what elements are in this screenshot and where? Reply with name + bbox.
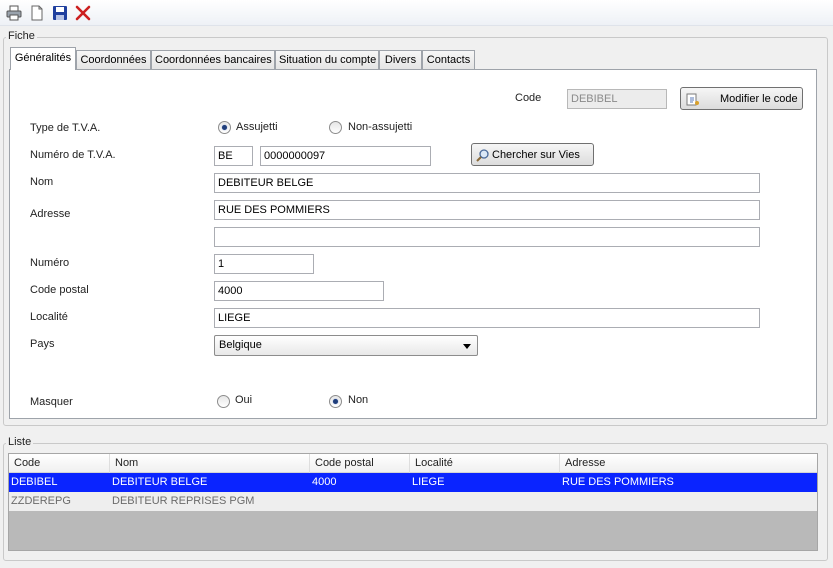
tva-country-input[interactable]: BE: [214, 146, 253, 166]
nom-input[interactable]: DEBITEUR BELGE: [214, 173, 760, 193]
adresse-line2-input[interactable]: [214, 227, 760, 247]
column-header-adresse[interactable]: Adresse: [559, 454, 817, 473]
masquer-non-label[interactable]: Non: [348, 394, 368, 406]
liste-group-title: Liste: [6, 436, 34, 448]
row-nom-cell: DEBITEUR REPRISES PGM: [112, 495, 255, 507]
tab-generalites[interactable]: Généralités: [10, 47, 76, 70]
tva-assujetti-label[interactable]: Assujetti: [236, 121, 278, 133]
row-code-postal-cell: 4000: [312, 476, 337, 488]
edit-code-icon: [686, 93, 699, 105]
row-adresse-cell: [560, 492, 817, 511]
new-document-icon: [31, 5, 43, 21]
table-row[interactable]: DEBIBEL DEBITEUR BELGE 4000 LIEGE RUE DE…: [9, 473, 817, 492]
pays-label: Pays: [30, 338, 55, 350]
print-button[interactable]: [5, 4, 23, 22]
table-row[interactable]: ZZDEREPG DEBITEUR REPRISES PGM: [9, 492, 817, 511]
tva-number-input[interactable]: 0000000097: [260, 146, 431, 166]
tva-non-assujetti-label[interactable]: Non-assujetti: [348, 121, 412, 133]
column-header-localite[interactable]: Localité: [409, 454, 559, 473]
generalites-panel: Code DEBIBEL Modifier le code Type de T.…: [9, 69, 817, 419]
adresse-line1-input[interactable]: RUE DES POMMIERS: [214, 200, 760, 220]
row-code-cell: DEBIBEL: [11, 476, 58, 488]
column-header-code[interactable]: Code: [9, 454, 109, 473]
masquer-oui-label[interactable]: Oui: [235, 394, 252, 406]
tva-type-label: Type de T.V.A.: [30, 122, 101, 134]
tab-coordonnees-bancaires[interactable]: Coordonnées bancaires: [151, 50, 275, 69]
masquer-non-radio[interactable]: [329, 395, 342, 408]
modify-code-button[interactable]: Modifier le code: [680, 87, 803, 110]
row-localite-cell: [410, 492, 560, 511]
nom-label: Nom: [30, 176, 54, 188]
code-postal-label: Code postal: [30, 284, 89, 296]
code-field[interactable]: DEBIBEL: [567, 89, 667, 109]
column-header-code-postal[interactable]: Code postal: [309, 454, 409, 473]
vies-search-button[interactable]: Chercher sur Vies: [471, 143, 594, 166]
fiche-group-title: Fiche: [6, 30, 37, 42]
toolbar: [0, 0, 833, 26]
numero-label: Numéro: [30, 257, 70, 269]
tab-coordonnees[interactable]: Coordonnées: [76, 50, 151, 69]
grid-header: Code Nom Code postal Localité Adresse: [9, 454, 817, 473]
tva-assujetti-radio[interactable]: [218, 121, 231, 134]
tab-divers[interactable]: Divers: [379, 50, 422, 69]
tab-contacts[interactable]: Contacts: [422, 50, 475, 69]
delete-icon: [75, 5, 91, 21]
row-code-cell: ZZDEREPG: [11, 495, 71, 507]
save-icon: [53, 6, 67, 20]
magnifier-icon: [476, 148, 489, 162]
tva-non-assujetti-radio[interactable]: [329, 121, 342, 134]
pays-selected-value: Belgique: [219, 339, 262, 351]
tva-number-label: Numéro de T.V.A.: [30, 149, 116, 161]
modify-code-label: Modifier le code: [720, 92, 798, 105]
code-label: Code: [515, 92, 542, 104]
row-adresse-cell: RUE DES POMMIERS: [562, 476, 674, 488]
row-code-postal-cell: [310, 492, 410, 511]
new-button[interactable]: [28, 4, 46, 22]
tab-situation-du-compte[interactable]: Situation du compte: [275, 50, 379, 69]
row-localite-cell: LIEGE: [412, 476, 445, 488]
masquer-label: Masquer: [30, 396, 73, 408]
vies-search-label: Chercher sur Vies: [492, 148, 580, 161]
localite-input[interactable]: LIEGE: [214, 308, 760, 328]
column-header-nom[interactable]: Nom: [109, 454, 309, 473]
liste-grid: Code Nom Code postal Localité Adresse DE…: [8, 453, 818, 551]
localite-label: Localité: [30, 311, 68, 323]
row-nom-cell: DEBITEUR BELGE: [112, 476, 208, 488]
adresse-label: Adresse: [30, 208, 71, 220]
numero-input[interactable]: 1: [214, 254, 314, 274]
delete-button[interactable]: [74, 4, 92, 22]
pays-select[interactable]: Belgique: [214, 335, 478, 356]
print-icon: [6, 5, 22, 21]
code-postal-input[interactable]: 4000: [214, 281, 384, 301]
chevron-down-icon: [463, 344, 471, 349]
masquer-oui-radio[interactable]: [217, 395, 230, 408]
save-button[interactable]: [51, 4, 69, 22]
